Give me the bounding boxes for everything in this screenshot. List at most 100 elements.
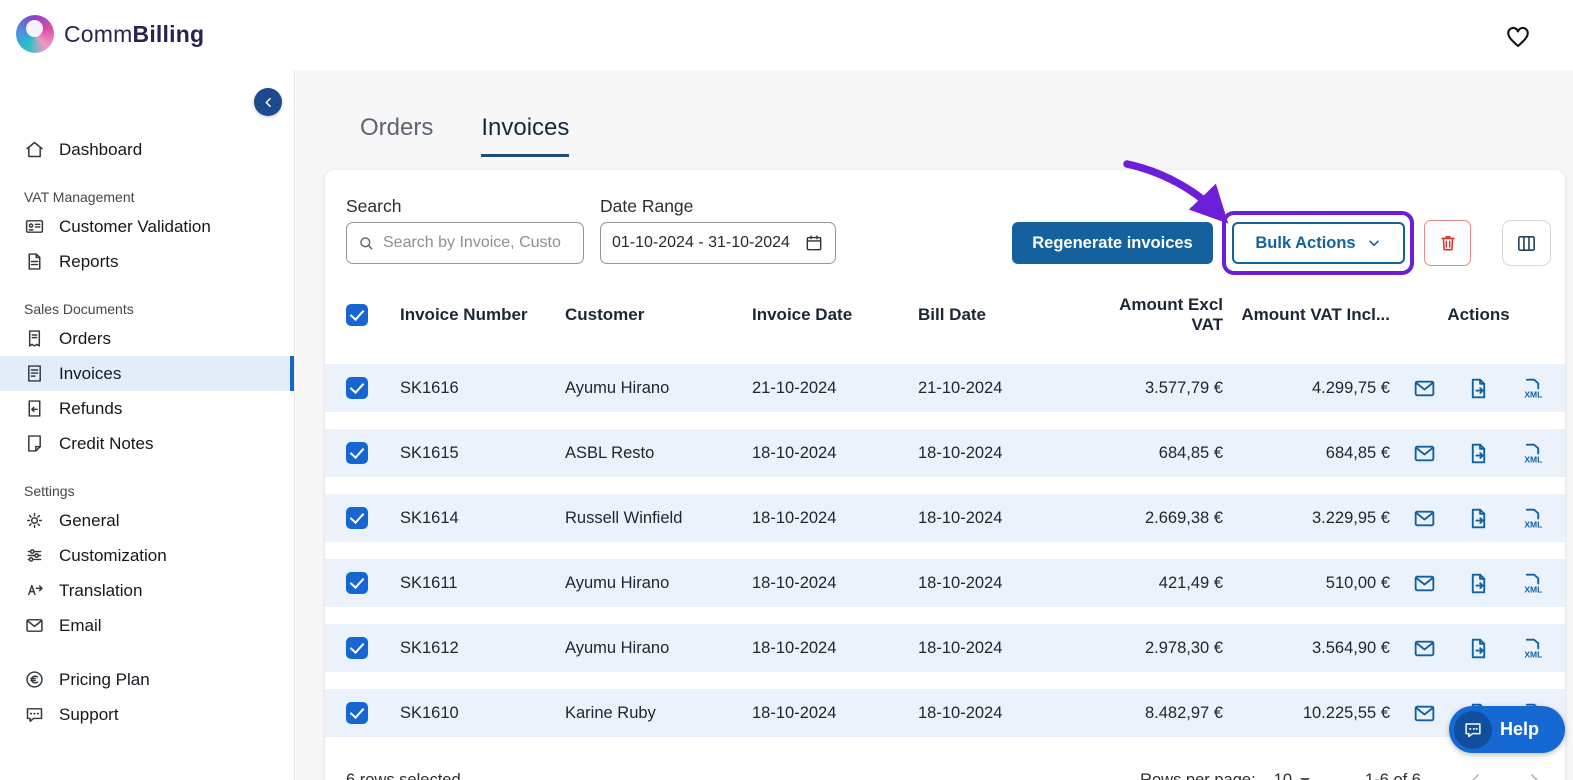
column-header[interactable]: Amount Excl VAT [1088,295,1225,335]
table-row[interactable]: SK1611 Ayumu Hirano 18-10-2024 18-10-202… [325,559,1565,607]
row-checkbox[interactable] [346,507,368,529]
refund-icon [24,398,45,419]
trash-icon [1437,232,1459,254]
cell-amount-excl-vat: 684,85 € [1158,443,1223,462]
email-invoice-icon[interactable] [1412,441,1437,466]
sidebar-item-credit-notes[interactable]: Credit Notes [0,426,294,461]
cell-customer: Ayumu Hirano [565,638,670,657]
sidebar-item-customization[interactable]: Customization [0,538,294,573]
sidebar-item-orders[interactable]: Orders [0,321,294,356]
cell-amount-vat-incl: 4.299,75 € [1312,378,1390,397]
cell-invoice-date: 18-10-2024 [752,508,837,527]
sidebar-item-support[interactable]: Support [0,697,294,732]
previous-page-icon[interactable] [1466,770,1486,780]
help-button[interactable]: Help [1449,706,1565,753]
column-header[interactable]: Amount VAT Incl... [1225,305,1392,325]
search-box [346,222,584,264]
sidebar-item-label: Customization [59,545,167,565]
cell-customer: Ayumu Hirano [565,378,670,397]
main-content: Orders Invoices Search Date Range 01-10-… [296,70,1573,780]
table-row[interactable]: SK1615 ASBL Resto 18-10-2024 18-10-2024 … [325,429,1565,477]
search-input[interactable] [383,234,573,252]
row-actions [1392,636,1565,661]
sidebar-item-label: Dashboard [59,139,143,159]
cell-amount-vat-incl: 510,00 € [1325,573,1390,592]
sidebar-item-pricing-plan[interactable]: Pricing Plan [0,662,294,697]
table-row[interactable]: SK1610 Karine Ruby 18-10-2024 18-10-2024… [325,689,1565,737]
sidebar-item-label: General [59,510,120,530]
export-invoice-icon[interactable] [1466,376,1491,401]
column-settings-button[interactable] [1502,220,1551,266]
select-all-checkbox[interactable] [346,304,368,326]
xml-download-icon[interactable] [1520,636,1545,661]
cell-amount-excl-vat: 3.577,79 € [1145,378,1223,397]
sidebar-item-general[interactable]: General [0,503,294,538]
cell-amount-vat-incl: 684,85 € [1325,443,1390,462]
bulk-actions-button[interactable]: Bulk Actions [1232,222,1405,264]
sidebar-item-dashboard[interactable]: Dashboard [0,132,294,167]
table-row[interactable]: SK1614 Russell Winfield 18-10-2024 18-10… [325,494,1565,542]
sliders-icon [24,545,45,566]
invoices-panel: Search Date Range 01-10-2024 - 31-10-202… [325,170,1565,780]
cell-amount-excl-vat: 2.978,30 € [1145,638,1223,657]
sidebar-collapse-button[interactable] [254,88,282,116]
sidebar-item-email[interactable]: Email [0,608,294,643]
export-invoice-icon[interactable] [1466,571,1491,596]
euro-circle-icon [24,669,45,690]
tab-orders[interactable]: Orders [360,114,433,157]
column-header[interactable]: Customer [565,305,752,325]
row-checkbox[interactable] [346,637,368,659]
sidebar-item-invoices[interactable]: Invoices [0,356,294,391]
rows-per-page-select[interactable]: 10 [1274,771,1311,780]
date-range-input[interactable]: 01-10-2024 - 31-10-2024 [600,222,836,264]
export-invoice-icon[interactable] [1466,636,1491,661]
tab-bar: Orders Invoices [360,114,570,157]
email-invoice-icon[interactable] [1412,376,1437,401]
xml-download-icon[interactable] [1520,506,1545,531]
sidebar-item-refunds[interactable]: Refunds [0,391,294,426]
row-checkbox[interactable] [346,572,368,594]
export-invoice-icon[interactable] [1466,441,1491,466]
bulk-actions-label: Bulk Actions [1255,233,1356,252]
next-page-icon[interactable] [1524,770,1544,780]
column-header: Actions [1447,305,1510,324]
column-header[interactable]: Bill Date [918,305,1088,325]
cell-invoice-number: SK1612 [400,638,459,657]
regenerate-invoices-button[interactable]: Regenerate invoices [1012,222,1213,264]
heart-icon[interactable] [1503,21,1533,51]
sidebar-item-reports[interactable]: Reports [0,244,294,279]
email-invoice-icon[interactable] [1412,636,1437,661]
sidebar-item-label: Customer Validation [59,216,211,236]
column-header[interactable]: Invoice Date [752,305,918,325]
xml-download-icon[interactable] [1520,376,1545,401]
cell-amount-vat-incl: 3.564,90 € [1312,638,1390,657]
cell-customer: Ayumu Hirano [565,573,670,592]
row-checkbox[interactable] [346,377,368,399]
sidebar-section-settings: Settings [24,483,75,499]
export-invoice-icon[interactable] [1466,506,1491,531]
cell-customer: ASBL Resto [565,443,655,462]
table-row[interactable]: SK1616 Ayumu Hirano 21-10-2024 21-10-202… [325,364,1565,412]
xml-download-icon[interactable] [1520,571,1545,596]
brand-logo-icon [16,15,54,53]
columns-icon [1515,232,1538,255]
column-header[interactable]: Invoice Number [400,305,565,325]
translate-icon [24,580,45,601]
xml-download-icon[interactable] [1520,441,1545,466]
receipt-icon [24,328,45,349]
email-invoice-icon[interactable] [1412,571,1437,596]
sidebar-item-customer-validation[interactable]: Customer Validation [0,209,294,244]
tab-invoices[interactable]: Invoices [481,114,570,157]
sidebar-item-label: Translation [59,580,143,600]
support-chat-icon [24,704,45,725]
cell-amount-excl-vat: 8.482,97 € [1145,703,1223,722]
table-row[interactable]: SK1612 Ayumu Hirano 18-10-2024 18-10-202… [325,624,1565,672]
row-checkbox[interactable] [346,442,368,464]
email-invoice-icon[interactable] [1412,701,1437,726]
delete-button[interactable] [1424,220,1471,266]
table-body: SK1616 Ayumu Hirano 21-10-2024 21-10-202… [325,364,1565,754]
row-checkbox[interactable] [346,702,368,724]
cell-invoice-date: 18-10-2024 [752,573,837,592]
sidebar-item-translation[interactable]: Translation [0,573,294,608]
email-invoice-icon[interactable] [1412,506,1437,531]
